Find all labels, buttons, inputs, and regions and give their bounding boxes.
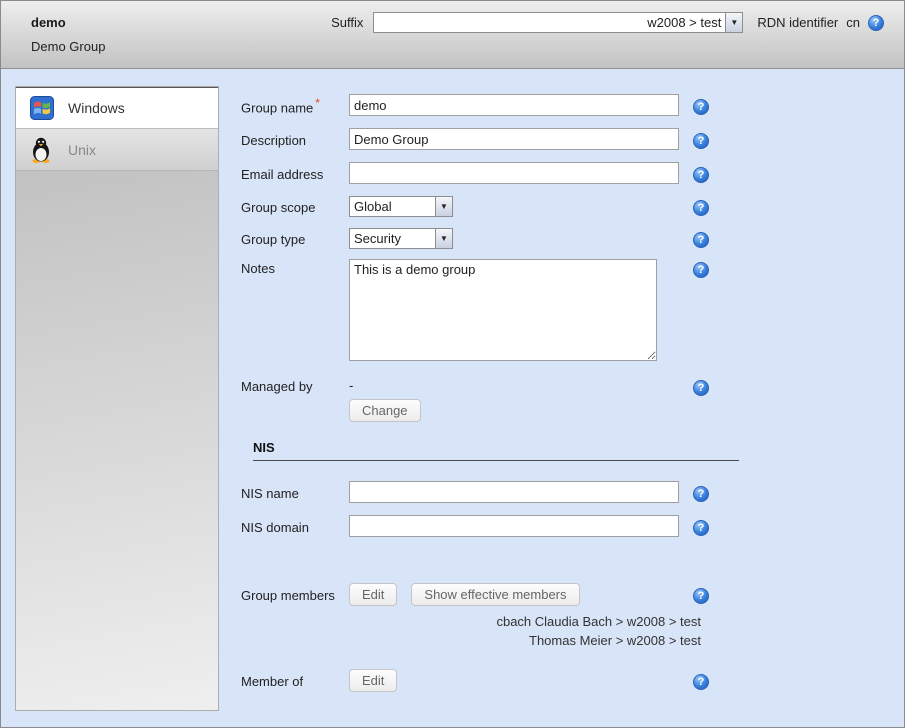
form-content: Group name* ? Description ? Email addres… <box>241 86 741 704</box>
group-scope-select[interactable]: Global ▼ <box>349 196 453 217</box>
email-input[interactable] <box>349 162 679 184</box>
dropdown-arrow-icon: ▼ <box>725 13 742 32</box>
notes-label: Notes <box>241 259 349 276</box>
help-icon[interactable]: ? <box>693 588 709 604</box>
description-label: Description <box>241 131 349 148</box>
nis-domain-row: NIS domain ? <box>241 515 741 537</box>
tab-windows[interactable]: Windows <box>16 87 218 129</box>
help-icon[interactable]: ? <box>693 486 709 502</box>
help-icon[interactable]: ? <box>693 133 709 149</box>
group-scope-label: Group scope <box>241 198 349 215</box>
member-of-row: Member of Edit ? <box>241 669 741 692</box>
managed-by-value: - <box>349 377 353 395</box>
sidebar-background <box>16 171 218 710</box>
group-scope-row: Group scope Global ▼ ? <box>241 196 741 217</box>
help-icon[interactable]: ? <box>693 674 709 690</box>
change-button[interactable]: Change <box>349 399 421 422</box>
nis-domain-label: NIS domain <box>241 518 349 535</box>
nis-name-label: NIS name <box>241 484 349 501</box>
group-name-row: Group name* ? <box>241 94 741 116</box>
show-effective-members-button[interactable]: Show effective members <box>411 583 579 606</box>
group-name-input[interactable] <box>349 94 679 116</box>
nis-domain-input[interactable] <box>349 515 679 537</box>
email-row: Email address ? <box>241 162 741 184</box>
notes-row: Notes This is a demo group ? <box>241 259 741 361</box>
notes-textarea[interactable]: This is a demo group <box>349 259 657 361</box>
group-members-edit-button[interactable]: Edit <box>349 583 397 606</box>
dropdown-arrow-icon: ▼ <box>435 229 452 248</box>
email-label: Email address <box>241 165 349 182</box>
nis-section-title: NIS <box>253 440 739 461</box>
suffix-select[interactable]: w2008 > test ▼ <box>373 12 743 33</box>
rdn-identifier-label: RDN identifier <box>757 15 838 30</box>
group-type-label: Group type <box>241 230 349 247</box>
group-members-label: Group members <box>241 586 349 603</box>
description-row: Description ? <box>241 128 741 150</box>
group-edit-window: demo Suffix w2008 > test ▼ RDN identifie… <box>0 0 905 728</box>
group-scope-selected-value: Global <box>350 199 435 214</box>
page-subtitle: Demo Group <box>1 35 904 54</box>
tab-unix[interactable]: Unix <box>16 129 218 171</box>
member-of-edit-button[interactable]: Edit <box>349 669 397 692</box>
windows-logo-icon <box>30 94 56 122</box>
member-of-label: Member of <box>241 672 349 689</box>
rdn-group: RDN identifier cn ? <box>757 15 884 31</box>
managed-by-label: Managed by <box>241 377 349 394</box>
dropdown-arrow-icon: ▼ <box>435 197 452 216</box>
help-icon[interactable]: ? <box>693 520 709 536</box>
header: demo Suffix w2008 > test ▼ RDN identifie… <box>1 1 904 69</box>
help-icon[interactable]: ? <box>693 232 709 248</box>
suffix-selected-value: w2008 > test <box>374 15 725 30</box>
tab-unix-label: Unix <box>68 142 96 158</box>
group-members-row: Group members Edit Show effective member… <box>241 583 741 606</box>
rdn-identifier-value: cn <box>846 15 860 30</box>
group-members-list: cbach Claudia Bach > w2008 > test Thomas… <box>241 612 701 650</box>
suffix-group: Suffix w2008 > test ▼ <box>331 12 743 33</box>
required-marker: * <box>315 96 320 110</box>
module-sidebar: Windows Unix <box>15 86 219 711</box>
group-type-row: Group type Security ▼ ? <box>241 228 741 249</box>
group-name-label: Group name* <box>241 94 349 115</box>
group-member-item: cbach Claudia Bach > w2008 > test <box>241 612 701 631</box>
header-row-top: demo Suffix w2008 > test ▼ RDN identifie… <box>1 1 904 35</box>
page-title: demo <box>31 15 66 30</box>
help-icon[interactable]: ? <box>693 99 709 115</box>
tux-penguin-icon <box>30 136 56 164</box>
help-icon[interactable]: ? <box>693 262 709 278</box>
help-icon[interactable]: ? <box>868 15 884 31</box>
group-type-select[interactable]: Security ▼ <box>349 228 453 249</box>
tab-windows-label: Windows <box>68 100 125 116</box>
suffix-label: Suffix <box>331 15 363 30</box>
group-type-selected-value: Security <box>350 231 435 246</box>
description-input[interactable] <box>349 128 679 150</box>
group-member-item: Thomas Meier > w2008 > test <box>241 631 701 650</box>
nis-name-input[interactable] <box>349 481 679 503</box>
managed-by-row: Managed by - Change ? <box>241 377 741 422</box>
help-icon[interactable]: ? <box>693 200 709 216</box>
help-icon[interactable]: ? <box>693 380 709 396</box>
nis-name-row: NIS name ? <box>241 481 741 503</box>
help-icon[interactable]: ? <box>693 167 709 183</box>
